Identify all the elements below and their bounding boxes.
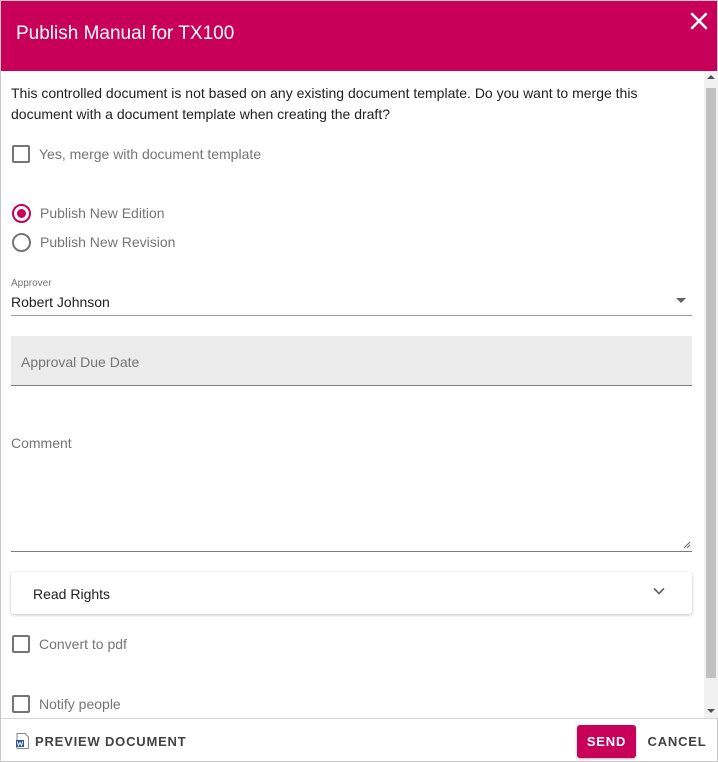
checkbox-box bbox=[12, 695, 30, 713]
dialog-title: Publish Manual for TX100 bbox=[16, 23, 235, 44]
radio-button bbox=[12, 232, 31, 252]
publish-new-revision-radio[interactable]: Publish New Revision bbox=[12, 232, 175, 252]
send-button[interactable]: SEND bbox=[577, 725, 636, 758]
read-rights-label: Read Rights bbox=[33, 586, 111, 602]
preview-document-label: PREVIEW DOCUMENT bbox=[35, 733, 187, 749]
convert-to-pdf-checkbox[interactable]: Convert to pdf bbox=[12, 634, 127, 654]
scroll-down-arrow-icon[interactable] bbox=[707, 709, 715, 713]
merge-template-label: Yes, merge with document template bbox=[39, 146, 262, 162]
radio-button-selected bbox=[12, 203, 31, 223]
approval-due-date-field[interactable]: Approval Due Date bbox=[11, 336, 692, 386]
comment-placeholder: Comment bbox=[11, 435, 72, 451]
dropdown-arrow-icon[interactable] bbox=[676, 298, 686, 303]
scrollbar-thumb[interactable] bbox=[706, 88, 716, 678]
word-document-icon bbox=[16, 733, 29, 749]
dialog-footer: PREVIEW DOCUMENT SEND CANCEL bbox=[1, 718, 717, 761]
publish-new-edition-label: Publish New Edition bbox=[40, 205, 165, 221]
notify-people-checkbox[interactable]: Notify people bbox=[12, 694, 121, 714]
scroll-up-arrow-icon[interactable] bbox=[707, 75, 715, 79]
approver-select[interactable] bbox=[11, 276, 692, 317]
approver-underline bbox=[11, 315, 692, 316]
dialog-content: This controlled document is not based on… bbox=[1, 71, 704, 718]
comment-field[interactable]: Comment bbox=[11, 425, 692, 552]
vertical-scrollbar[interactable] bbox=[704, 71, 718, 718]
chevron-down-icon[interactable] bbox=[652, 584, 666, 598]
merge-template-checkbox[interactable]: Yes, merge with document template bbox=[12, 144, 261, 164]
resize-handle-icon[interactable] bbox=[683, 541, 691, 549]
cancel-button[interactable]: CANCEL bbox=[646, 725, 708, 758]
intro-text: This controlled document is not based on… bbox=[11, 85, 638, 122]
read-rights-panel[interactable]: Read Rights bbox=[11, 572, 692, 614]
approval-due-date-placeholder: Approval Due Date bbox=[21, 354, 140, 370]
approver-label: Approver bbox=[11, 278, 52, 289]
checkbox-box bbox=[12, 635, 30, 653]
dialog-header: Publish Manual for TX100 bbox=[1, 1, 717, 71]
publish-new-edition-radio[interactable]: Publish New Edition bbox=[12, 203, 165, 223]
preview-document-button[interactable]: PREVIEW DOCUMENT bbox=[16, 732, 186, 750]
approver-value: Robert Johnson bbox=[11, 294, 110, 310]
notify-people-label: Notify people bbox=[39, 696, 121, 712]
convert-to-pdf-label: Convert to pdf bbox=[39, 636, 127, 652]
close-icon[interactable] bbox=[687, 9, 711, 33]
publish-dialog: Publish Manual for TX100 This controlled… bbox=[0, 0, 718, 762]
publish-new-revision-label: Publish New Revision bbox=[40, 234, 176, 250]
checkbox-box bbox=[12, 145, 30, 163]
